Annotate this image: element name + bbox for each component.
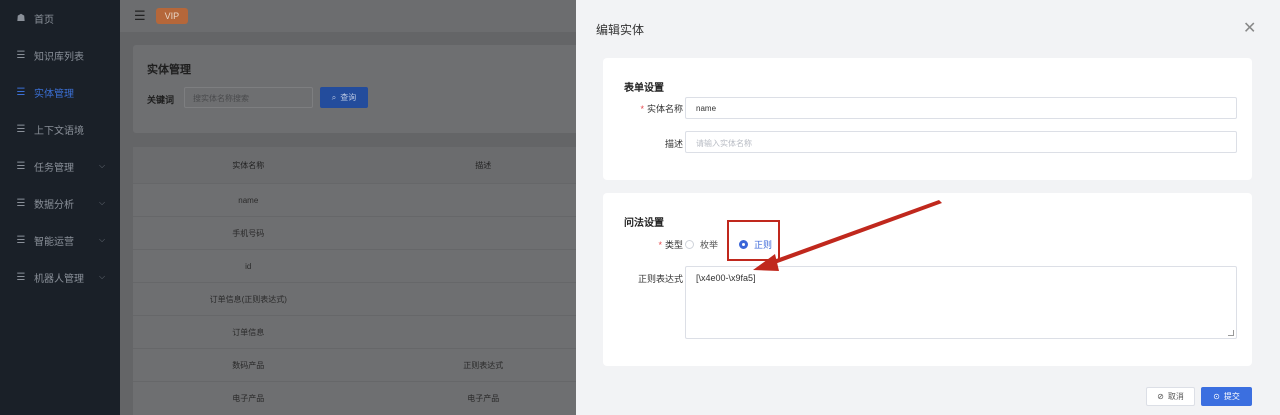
sidebar-item-tasks[interactable]: ☰ 任务管理 ⌵ [0, 148, 120, 185]
submit-button[interactable]: ⊙ 提交 [1201, 387, 1252, 406]
arrow-shaft [768, 200, 942, 265]
sidebar-item-home[interactable]: ☗ 首页 [0, 0, 120, 37]
table-header: 实体名称 描述 [133, 147, 603, 183]
check-circle-icon: ⊙ [1213, 392, 1220, 401]
search-label: 关键词 [147, 95, 175, 105]
search-icon: ⌕ [331, 92, 337, 102]
cancel-button[interactable]: ⊘ 取消 [1146, 387, 1195, 406]
cell: id [245, 261, 252, 271]
annotation-arrow [753, 200, 942, 271]
chevron-down-icon: ⌵ [99, 272, 106, 281]
sidebar-item-label: 机器人管理 [34, 274, 84, 285]
list-icon: ☰ [16, 272, 26, 283]
chevron-down-icon: ⌵ [99, 235, 106, 244]
sidebar-item-robots[interactable]: ☰ 机器人管理 ⌵ [0, 259, 120, 296]
list-icon: ☰ [16, 161, 26, 172]
search-button[interactable]: ⌕ 查询 [320, 87, 368, 108]
sidebar-item-context[interactable]: ☰ 上下文语境 [0, 111, 120, 148]
table-row[interactable]: 数码产品 正则表达式 [133, 348, 603, 381]
home-icon: ☗ [16, 13, 26, 24]
chevron-down-icon: ⌵ [99, 198, 106, 207]
search-card: 实体管理 关键词 搜实体名称搜索 ⌕ 查询 [133, 45, 603, 133]
sidebar-item-label: 首页 [34, 15, 54, 26]
cell: 订单信息(正则表达式) [209, 294, 287, 304]
search-input[interactable]: 搜实体名称搜索 [184, 87, 313, 108]
cancel-icon: ⊘ [1157, 392, 1164, 401]
vip-badge: VIP [155, 8, 189, 24]
cancel-label: 取消 [1167, 392, 1184, 401]
entity-table: 实体名称 描述 name 手机号码 id 订单信息(正则表达式) 订单信息 数码… [133, 147, 603, 415]
sidebar-item-label: 实体管理 [34, 89, 74, 100]
cell: 订单信息 [232, 327, 265, 337]
submit-label: 提交 [1223, 392, 1240, 401]
table-row[interactable]: 电子产品 电子产品 [133, 381, 603, 414]
table-row[interactable]: 手机号码 [133, 216, 603, 249]
list-icon: ☰ [16, 198, 26, 209]
list-icon: ☰ [16, 124, 26, 135]
chevron-down-icon: ⌵ [99, 161, 106, 170]
sidebar-item-label: 智能运营 [34, 237, 74, 248]
sidebar-item-label: 上下文语境 [34, 126, 84, 137]
cell: 手机号码 [232, 228, 265, 238]
table-row[interactable]: name [133, 183, 603, 216]
arrow-head [753, 254, 779, 271]
menu-toggle-icon[interactable]: ☰ [134, 8, 146, 24]
list-icon: ☰ [16, 235, 26, 246]
column-header: 实体名称 [232, 160, 265, 170]
sidebar: ☗ 首页 ☰ 知识库列表 ☰ 实体管理 ☰ 上下文语境 ☰ 任务管理 ⌵ ☰ 数据分析 ⌵ ☰ 智… [0, 0, 120, 415]
cell: 数码产品 [232, 360, 265, 370]
sidebar-item-label: 任务管理 [34, 163, 74, 174]
cell: 电子产品 [232, 393, 265, 403]
page-title: 实体管理 [147, 64, 191, 76]
cell: name [238, 195, 259, 205]
cell: 正则表达式 [463, 360, 504, 370]
list-icon: ☰ [16, 50, 26, 61]
sidebar-item-operations[interactable]: ☰ 智能运营 ⌵ [0, 222, 120, 259]
sidebar-item-label: 数据分析 [34, 200, 74, 211]
search-button-label: 查询 [340, 93, 357, 102]
sidebar-item-label: 知识库列表 [34, 52, 84, 63]
sidebar-item-knowledge-base[interactable]: ☰ 知识库列表 [0, 37, 120, 74]
column-header: 描述 [475, 160, 492, 170]
list-icon: ☰ [16, 87, 26, 98]
cell: 电子产品 [467, 393, 500, 403]
table-row[interactable]: id [133, 249, 603, 282]
table-row[interactable]: 订单信息 [133, 315, 603, 348]
sidebar-item-entity[interactable]: ☰ 实体管理 [0, 74, 120, 111]
table-row[interactable]: 订单信息(正则表达式) [133, 282, 603, 315]
edit-entity-drawer: 编辑实体 ✕ 表单设置 * 实体名称 name 描述 请输入实体名称 问法设置 *… [576, 0, 1280, 415]
sidebar-item-analytics[interactable]: ☰ 数据分析 ⌵ [0, 185, 120, 222]
